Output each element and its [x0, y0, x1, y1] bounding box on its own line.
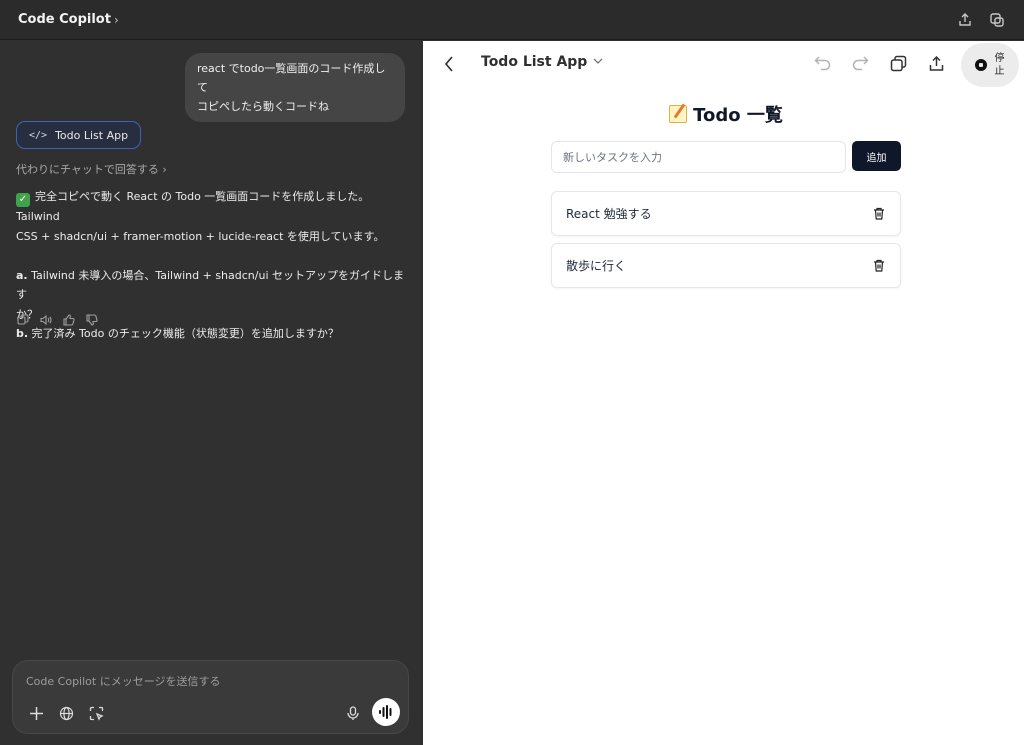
chevron-right-icon: ›: [113, 12, 119, 27]
message-composer: [12, 660, 409, 734]
app-title-menu[interactable]: Code Copilot ›: [18, 12, 119, 27]
trash-icon[interactable]: [872, 259, 886, 273]
assistant-text: CSS + shadcn/ui + framer-motion + lucide…: [16, 229, 385, 243]
voice-mode-button[interactable]: [372, 698, 400, 726]
code-icon: </>: [29, 129, 48, 141]
answer-in-chat-link[interactable]: 代わりにチャットで回答する ›: [16, 161, 167, 177]
preview-title-menu[interactable]: Todo List App: [481, 54, 603, 70]
share-icon[interactable]: [956, 11, 974, 29]
add-task-row: 追加: [551, 141, 901, 173]
option-a-text: Tailwind 未導入の場合、Tailwind + shadcn/ui セット…: [16, 268, 405, 302]
share-icon[interactable]: [927, 54, 945, 72]
artifact-chip-todo-list-app[interactable]: </> Todo List App: [16, 121, 142, 149]
option-a-label: a.: [16, 268, 28, 282]
read-aloud-icon[interactable]: [39, 313, 52, 326]
stop-button[interactable]: 停止: [961, 43, 1019, 87]
new-task-input[interactable]: [551, 141, 846, 173]
globe-icon[interactable]: [57, 704, 75, 722]
back-arrow-icon[interactable]: [443, 54, 459, 74]
todo-heading: Todo 一覧: [551, 103, 901, 129]
check-mark-icon: ✓: [16, 193, 30, 207]
artifact-chip-label: Todo List App: [55, 128, 129, 142]
todo-item-text: React 勉強する: [566, 207, 652, 221]
message-actions: [16, 313, 98, 326]
message-input[interactable]: [26, 671, 386, 691]
app-title: Code Copilot: [18, 12, 111, 27]
todo-item: 散歩に行く: [551, 243, 901, 288]
thumbs-up-icon[interactable]: [62, 313, 75, 326]
user-message-line: コピペしたら動くコードね: [197, 100, 329, 113]
screen-select-icon[interactable]: [87, 704, 105, 722]
stop-label: 停止: [994, 53, 1005, 77]
stop-icon: [974, 59, 987, 71]
top-bar: Code Copilot ›: [0, 0, 1024, 40]
preview-header: Todo List App 停止: [423, 41, 1024, 87]
todo-heading-text: Todo 一覧: [693, 105, 783, 126]
redo-icon[interactable]: [851, 54, 869, 72]
option-b-text: 完了済み Todo のチェック機能（状態変更）を追加しますか？: [28, 327, 339, 340]
todo-app: Todo 一覧 追加 React 勉強する 散歩に行く: [551, 103, 901, 288]
copy-icon[interactable]: [16, 313, 29, 326]
chevron-down-icon: [593, 57, 603, 68]
copy-code-icon[interactable]: [889, 54, 907, 72]
waveform-icon: [379, 705, 392, 719]
thumbs-down-icon[interactable]: [85, 313, 98, 326]
microphone-icon[interactable]: [344, 704, 362, 722]
plus-icon[interactable]: [27, 704, 45, 722]
preview-pane: Todo List App 停止 Todo 一覧 新しいタスクを入力 追加 Re…: [423, 41, 1024, 745]
undo-icon[interactable]: [813, 54, 831, 72]
user-message: react でtodo一覧画面のコード作成して コピペしたら動くコードね: [185, 53, 405, 122]
todo-item-text: 散歩に行く: [566, 259, 627, 273]
add-task-button[interactable]: 追加: [852, 141, 901, 171]
trash-icon[interactable]: [872, 207, 886, 221]
option-b-label: b.: [16, 327, 29, 340]
memo-icon: [669, 105, 688, 123]
preview-title: Todo List App: [481, 54, 588, 70]
new-window-icon[interactable]: [988, 11, 1006, 29]
user-message-line: react でtodo一覧画面のコード作成して: [197, 62, 386, 94]
todo-item: React 勉強する: [551, 191, 901, 236]
assistant-text: 完全コピペで動く React の Todo 一覧画面コードを作成しました。Tai…: [16, 190, 370, 223]
chat-pane: react でtodo一覧画面のコード作成して コピペしたら動くコードね </>…: [0, 41, 423, 745]
